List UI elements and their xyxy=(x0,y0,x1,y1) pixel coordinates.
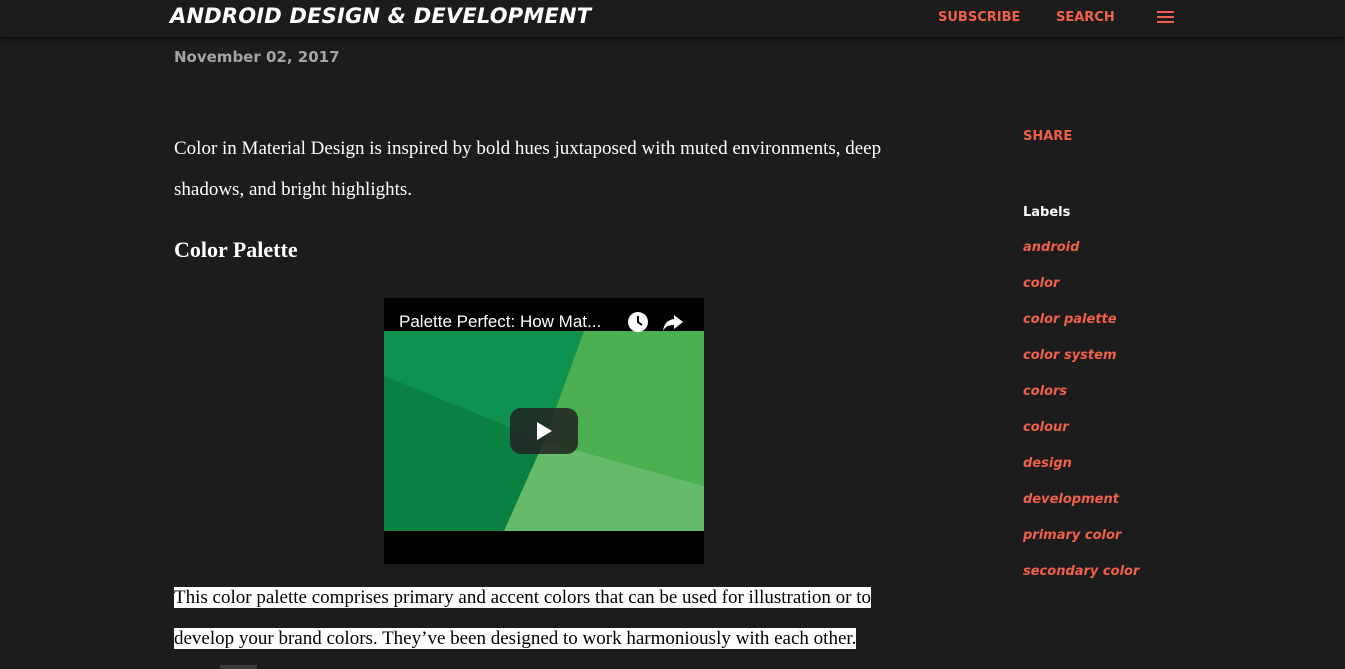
body-line-2: develop your brand colors. They’ve been … xyxy=(174,628,857,649)
share-arrow-icon[interactable] xyxy=(662,311,684,333)
label-link-colors[interactable]: colors xyxy=(1023,384,1139,420)
label-link-color-system[interactable]: color system xyxy=(1023,348,1139,384)
label-link-colour[interactable]: colour xyxy=(1023,420,1139,456)
share-button[interactable]: SHARE xyxy=(1023,129,1072,144)
section-heading: Color Palette xyxy=(174,237,298,262)
top-bar: ANDROID DESIGN & DEVELOPMENT SUBSCRIBE S… xyxy=(0,0,1345,37)
post-intro: Color in Material Design is inspired by … xyxy=(174,138,882,200)
label-link-android[interactable]: android xyxy=(1023,240,1139,276)
label-link-primary-color[interactable]: primary color xyxy=(1023,528,1139,564)
clock-icon[interactable] xyxy=(627,311,649,333)
post-body-text: This color palette comprises primary and… xyxy=(174,577,954,659)
body-line-1: This color palette comprises primary and… xyxy=(174,587,871,608)
search-button[interactable]: SEARCH xyxy=(1056,10,1115,25)
video-title[interactable]: Palette Perfect: How Mat... xyxy=(399,312,601,332)
play-icon[interactable] xyxy=(510,408,578,454)
partial-element xyxy=(220,665,257,669)
hamburger-menu-icon[interactable] xyxy=(1157,11,1174,24)
label-link-development[interactable]: development xyxy=(1023,492,1139,528)
subscribe-button[interactable]: SUBSCRIBE xyxy=(938,10,1020,25)
embedded-video[interactable]: Palette Perfect: How Mat... xyxy=(384,298,704,564)
label-link-color-palette[interactable]: color palette xyxy=(1023,312,1139,348)
post-date[interactable]: November 02, 2017 xyxy=(174,48,340,66)
label-link-secondary-color[interactable]: secondary color xyxy=(1023,564,1139,600)
label-link-design[interactable]: design xyxy=(1023,456,1139,492)
labels-heading: Labels xyxy=(1023,205,1071,220)
site-title[interactable]: ANDROID DESIGN & DEVELOPMENT xyxy=(170,4,591,28)
label-link-color[interactable]: color xyxy=(1023,276,1139,312)
labels-list: android color color palette color system… xyxy=(1023,240,1139,600)
